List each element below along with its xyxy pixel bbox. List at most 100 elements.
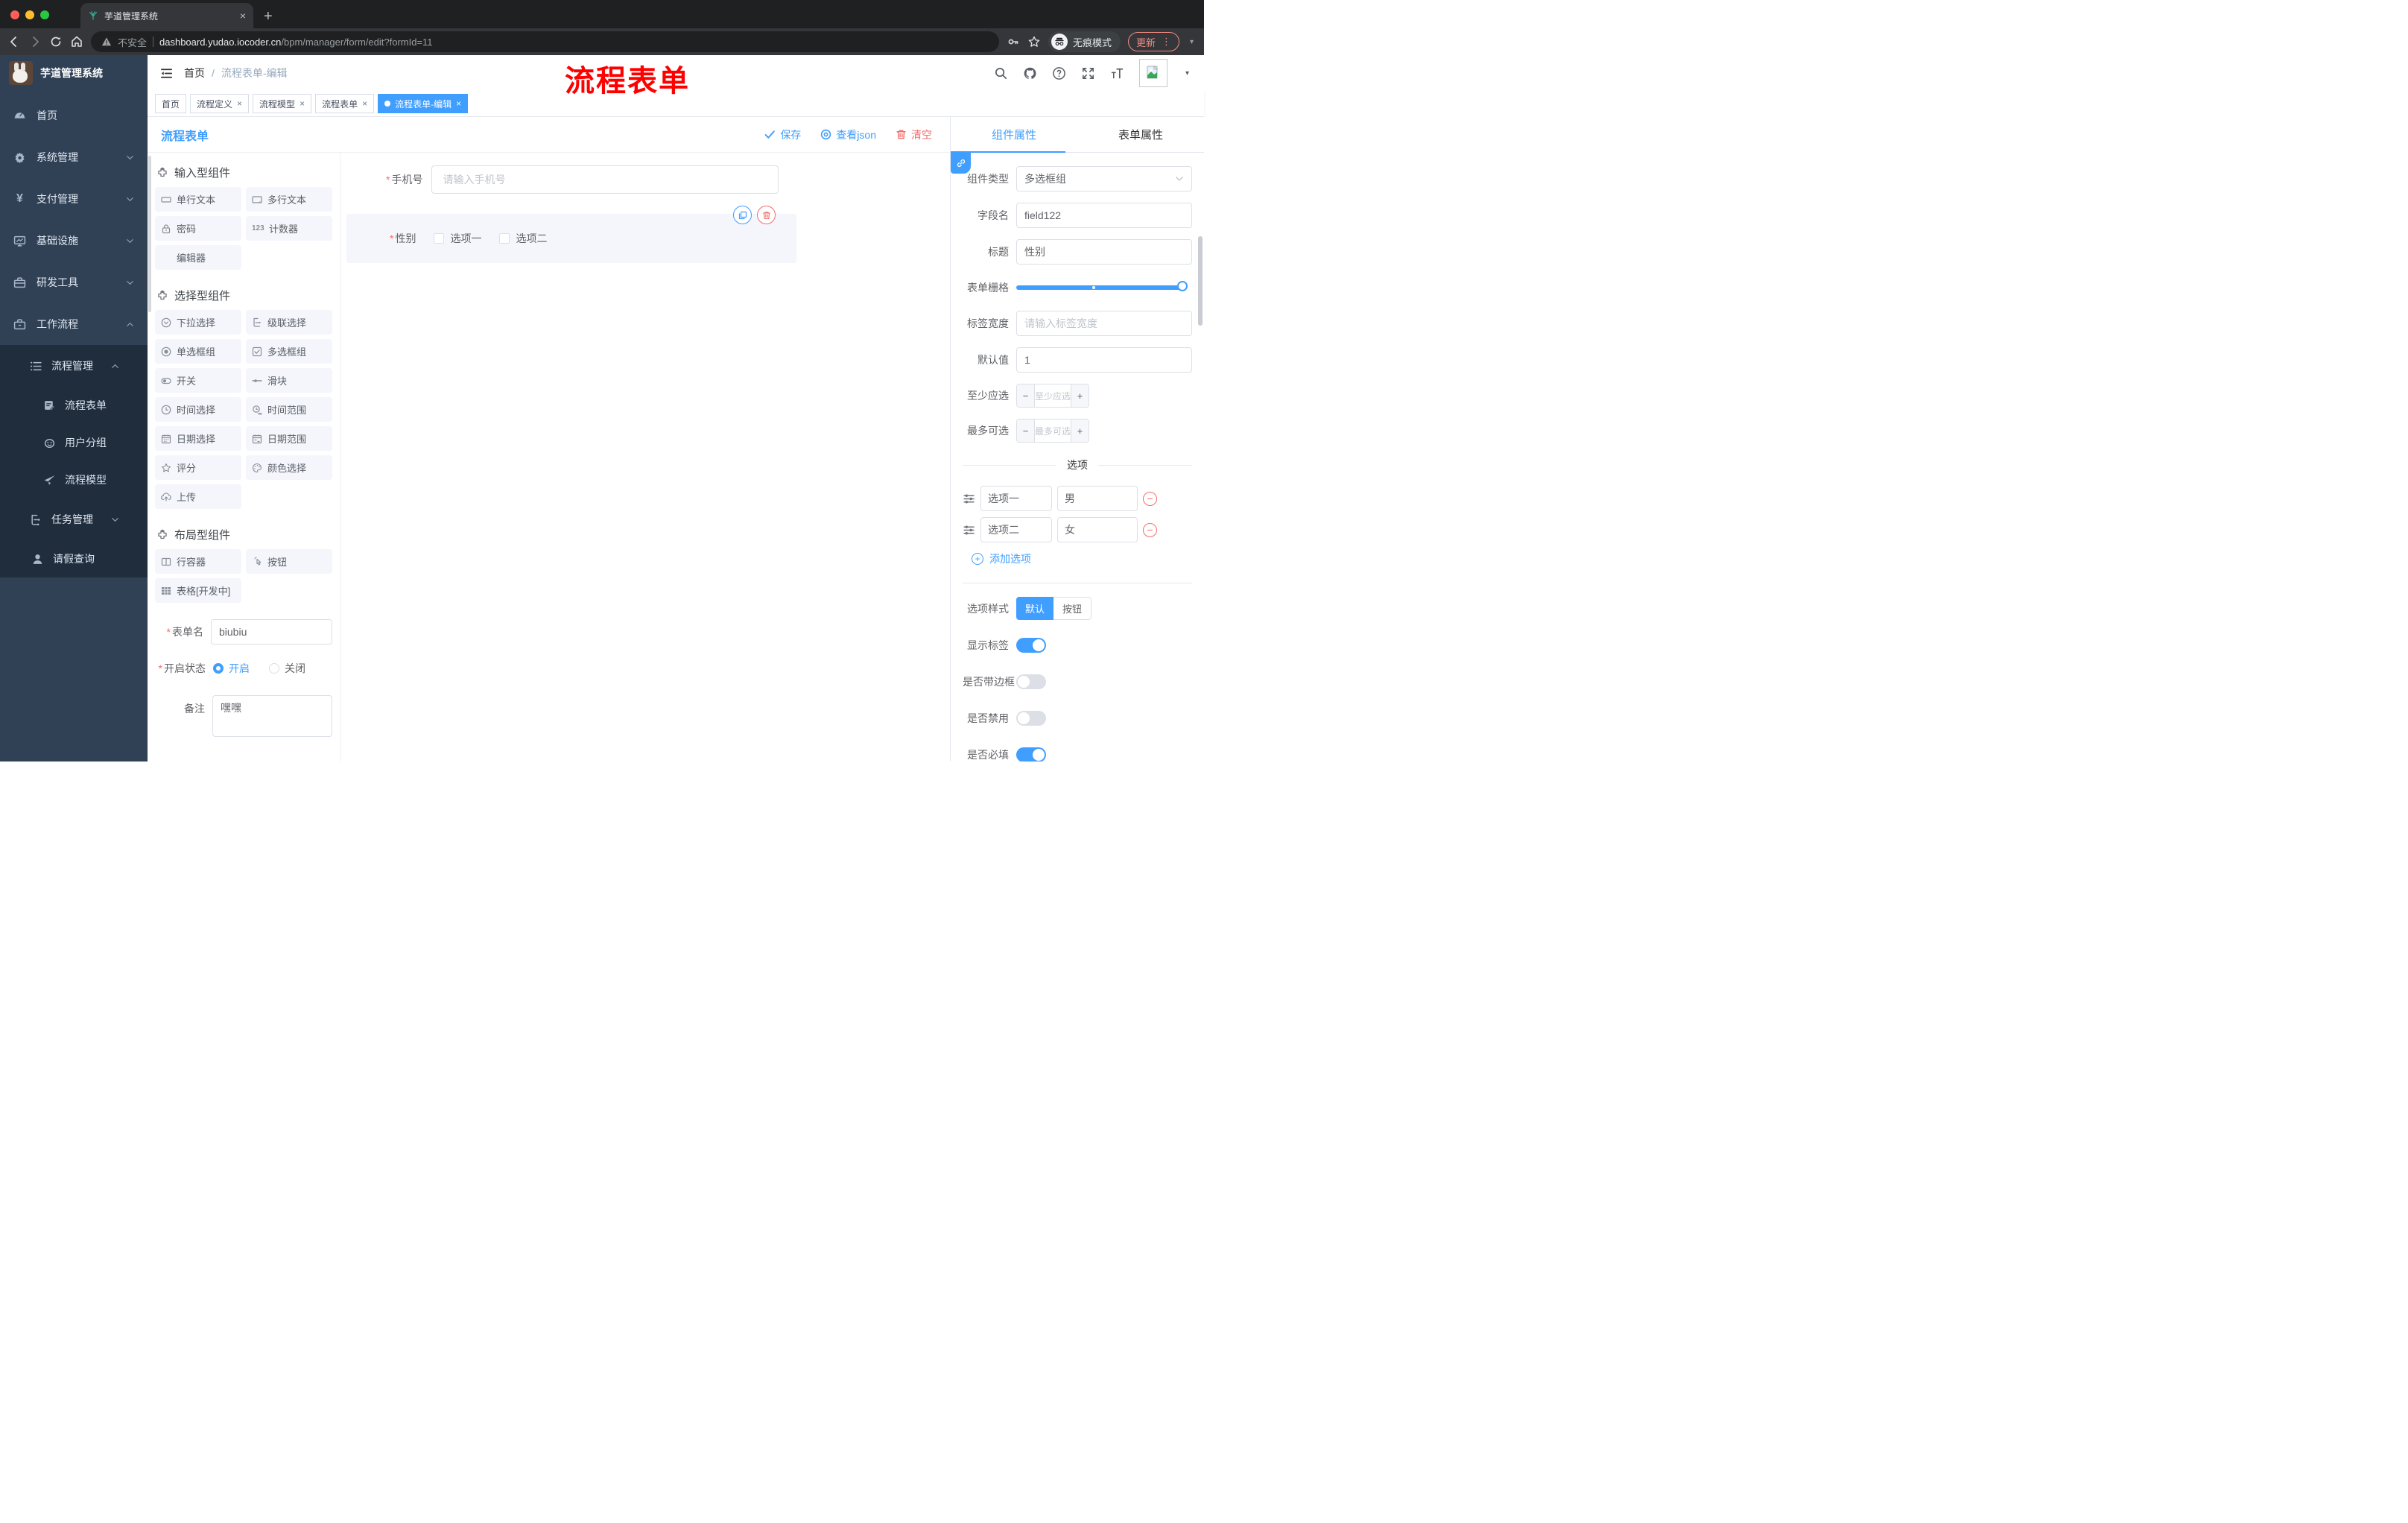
canvas-field-phone[interactable]: * 手机号	[386, 165, 779, 194]
sidebar-item-leave-query[interactable]: 请假查询	[0, 540, 148, 577]
zoom-window-button[interactable]	[40, 10, 49, 19]
tag-process-form-edit[interactable]: 流程表单-编辑 ×	[378, 94, 469, 113]
close-window-button[interactable]	[10, 10, 19, 19]
view-json-button[interactable]: 查看json	[820, 127, 876, 142]
status-radio-off[interactable]: 关闭	[269, 661, 305, 676]
component-date-picker[interactable]: 日期选择	[155, 426, 241, 451]
tag-close-icon[interactable]: ×	[362, 98, 367, 109]
sidebar-item-home[interactable]: 首页	[0, 95, 148, 136]
component-slider[interactable]: 滑块	[246, 368, 332, 393]
tag-close-icon[interactable]: ×	[300, 98, 305, 109]
component-checkbox-group[interactable]: 多选框组	[246, 339, 332, 364]
status-radio-on[interactable]: 开启	[213, 661, 250, 676]
home-icon[interactable]	[70, 35, 83, 48]
github-icon[interactable]	[1023, 66, 1037, 80]
show-label-toggle[interactable]	[1016, 638, 1046, 653]
grid-slider[interactable]	[1016, 281, 1188, 291]
delete-component-button[interactable]	[757, 206, 776, 224]
password-key-icon[interactable]	[1007, 35, 1020, 48]
tag-close-icon[interactable]: ×	[456, 98, 461, 109]
tab-close-icon[interactable]: ×	[240, 10, 246, 22]
field-name-input[interactable]	[1016, 203, 1192, 228]
component-cascader[interactable]: 级联选择	[246, 310, 332, 335]
component-time-picker[interactable]: 时间选择	[155, 397, 241, 422]
tag-process-form[interactable]: 流程表单 ×	[315, 94, 375, 113]
gender-option-2[interactable]: 选项二	[499, 231, 547, 246]
clear-button[interactable]: 清空	[896, 127, 932, 142]
back-icon[interactable]	[7, 35, 21, 48]
component-time-range[interactable]: 时间范围	[246, 397, 332, 422]
tag-home[interactable]: 首页	[155, 94, 187, 113]
component-row-container[interactable]: 行容器	[155, 549, 241, 574]
slider-handle[interactable]	[1177, 281, 1188, 291]
border-toggle[interactable]	[1016, 674, 1046, 689]
app-logo-row[interactable]: 芋道管理系统	[0, 55, 148, 91]
address-bar[interactable]: 不安全 dashboard.yudao.iocoder.cn/bpm/manag…	[91, 31, 999, 52]
component-editor[interactable]: 编辑器	[155, 245, 241, 270]
drag-handle-icon[interactable]	[963, 493, 975, 505]
tag-process-definition[interactable]: 流程定义 ×	[190, 94, 250, 113]
avatar-caret-icon[interactable]: ▾	[1182, 69, 1192, 77]
component-select[interactable]: 下拉选择	[155, 310, 241, 335]
component-rate[interactable]: 评分	[155, 455, 241, 480]
component-input[interactable]: 单行文本	[155, 187, 241, 212]
tab-component-props[interactable]: 组件属性	[951, 117, 1077, 152]
stepper-minus-button[interactable]: −	[1017, 419, 1035, 442]
remove-option-button[interactable]: −	[1143, 491, 1157, 506]
search-icon[interactable]	[994, 66, 1008, 80]
stepper-plus-button[interactable]: +	[1071, 384, 1089, 407]
fullscreen-icon[interactable]	[1081, 66, 1095, 80]
minimize-window-button[interactable]	[25, 10, 34, 19]
sidebar-item-system[interactable]: 系统管理	[0, 136, 148, 178]
component-upload[interactable]: 上传	[155, 484, 241, 509]
sidebar-item-user-group[interactable]: 用户分组	[0, 424, 148, 461]
option-value-input[interactable]	[1057, 517, 1138, 542]
duplicate-component-button[interactable]	[733, 206, 752, 224]
component-date-range[interactable]: 日期范围	[246, 426, 332, 451]
sidebar-item-infrastructure[interactable]: 基础设施	[0, 220, 148, 262]
stepper-value[interactable]: 最多可选	[1035, 419, 1071, 442]
component-password[interactable]: 密码	[155, 216, 241, 241]
browser-tab[interactable]: 芋道管理系统 ×	[80, 3, 253, 28]
new-tab-button[interactable]: +	[253, 8, 283, 28]
browser-menu-icon[interactable]: ⋮	[1162, 36, 1171, 48]
sidebar-item-process-management[interactable]: 流程管理	[0, 345, 148, 387]
save-button[interactable]: 保存	[764, 127, 801, 142]
left-panel-scrollbar[interactable]	[148, 156, 151, 312]
browser-update-button[interactable]: 更新 ⋮	[1127, 32, 1179, 51]
drag-handle-icon[interactable]	[963, 524, 975, 536]
checkbox-icon[interactable]	[499, 233, 510, 244]
radio-selected-icon[interactable]	[213, 663, 224, 674]
component-table[interactable]: 表格[开发中]	[155, 578, 241, 603]
tag-close-icon[interactable]: ×	[237, 98, 242, 109]
sidebar-item-devtools[interactable]: 研发工具	[0, 262, 148, 303]
checkbox-icon[interactable]	[434, 233, 445, 244]
phone-input[interactable]	[431, 165, 779, 194]
stepper-value[interactable]: 至少应选	[1035, 384, 1071, 407]
title-input[interactable]	[1016, 239, 1192, 265]
properties-scrollbar[interactable]	[1198, 236, 1203, 326]
breadcrumb-home[interactable]: 首页	[184, 66, 205, 80]
component-switch[interactable]: 开关	[155, 368, 241, 393]
component-counter[interactable]: 123 计数器	[246, 216, 332, 241]
sidebar-item-process-model[interactable]: 流程模型	[0, 461, 148, 498]
remove-option-button[interactable]: −	[1143, 522, 1157, 537]
window-controls[interactable]	[0, 10, 60, 28]
min-select-stepper[interactable]: − 至少应选 +	[1016, 384, 1089, 408]
toolbar-caret-icon[interactable]: ▾	[1187, 38, 1197, 46]
component-color-picker[interactable]: 颜色选择	[246, 455, 332, 480]
tag-process-model[interactable]: 流程模型 ×	[253, 94, 312, 113]
sidebar-item-payment[interactable]: ¥ 支付管理	[0, 178, 148, 220]
add-option-button[interactable]: + 添加选项	[972, 551, 1192, 566]
stepper-minus-button[interactable]: −	[1017, 384, 1035, 407]
sidebar-item-task-management[interactable]: 任务管理	[0, 498, 148, 540]
collapse-sidebar-icon[interactable]	[159, 66, 174, 80]
form-canvas[interactable]: *手机号 *性别 选项一 选项二	[340, 153, 802, 762]
style-button-button[interactable]: 按钮	[1054, 597, 1092, 620]
component-textarea[interactable]: 多行文本	[246, 187, 332, 212]
required-toggle[interactable]	[1016, 747, 1046, 762]
reload-icon[interactable]	[49, 35, 63, 48]
option-label-input[interactable]	[980, 517, 1052, 542]
gender-option-1[interactable]: 选项一	[434, 231, 481, 246]
bookmark-star-icon[interactable]	[1027, 35, 1041, 48]
